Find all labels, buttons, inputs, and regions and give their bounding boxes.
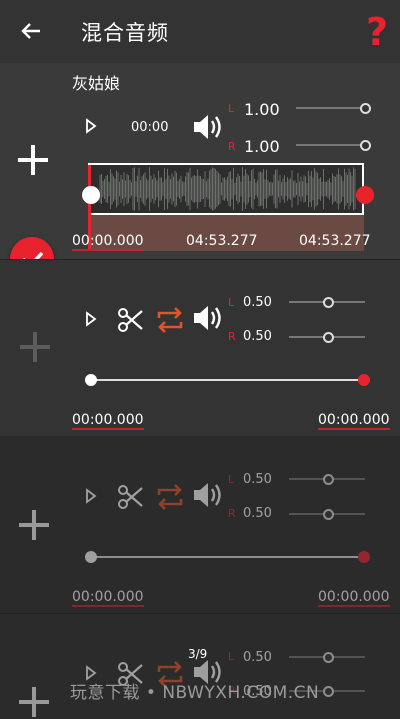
- left-volume-knob[interactable]: [323, 652, 334, 663]
- back-arrow-icon[interactable]: [20, 20, 42, 42]
- right-volume-value: 1.00: [244, 137, 280, 156]
- track-3: [0, 436, 400, 613]
- volume-icon[interactable]: [192, 480, 224, 510]
- left-volume-knob[interactable]: [360, 103, 371, 114]
- play-icon[interactable]: [84, 118, 98, 134]
- end-handle[interactable]: [358, 374, 370, 386]
- play-icon[interactable]: [84, 311, 98, 327]
- track-2-end-time[interactable]: 00:00.000: [318, 412, 390, 430]
- start-handle[interactable]: [85, 374, 97, 386]
- track-3-start-time[interactable]: 00:00.000: [72, 589, 144, 607]
- add-track-icon[interactable]: [17, 685, 51, 719]
- track-1-play-time: 00:00: [131, 120, 169, 135]
- waveform[interactable]: [88, 163, 364, 215]
- loop-icon[interactable]: [154, 304, 186, 336]
- help-icon[interactable]: ?: [366, 10, 388, 54]
- right-volume-knob[interactable]: [323, 686, 334, 697]
- right-volume-value: 0.50: [243, 329, 272, 344]
- track-1-end-time[interactable]: 04:53.277: [299, 233, 371, 249]
- end-handle[interactable]: [358, 551, 370, 563]
- track-1-name: 灰姑娘: [72, 74, 121, 93]
- right-volume-slider[interactable]: [296, 144, 366, 146]
- add-track-icon[interactable]: [18, 330, 52, 364]
- right-channel-label: R: [228, 330, 236, 343]
- loop-icon[interactable]: [154, 481, 186, 513]
- left-channel-label: L: [228, 296, 235, 309]
- waveform-graphic: [99, 167, 356, 211]
- play-icon[interactable]: [84, 488, 98, 504]
- waveform-bars: [99, 167, 356, 211]
- right-channel-label: R: [228, 140, 236, 153]
- track-1-start-time[interactable]: 00:00.000: [72, 233, 144, 251]
- left-volume-value: 0.50: [243, 295, 272, 310]
- range-bar[interactable]: [90, 556, 364, 558]
- app-bar: [0, 0, 400, 63]
- page-indicator: 3/9: [188, 647, 208, 661]
- page-title: 混合音频: [81, 21, 169, 45]
- left-volume-slider[interactable]: [296, 107, 366, 109]
- left-volume-knob[interactable]: [323, 297, 334, 308]
- right-volume-knob[interactable]: [360, 140, 371, 151]
- left-volume-knob[interactable]: [323, 474, 334, 485]
- right-volume-knob[interactable]: [323, 332, 334, 343]
- track-2: [0, 259, 400, 437]
- scissors-icon[interactable]: [117, 483, 145, 511]
- right-volume-value: 0.50: [243, 506, 272, 521]
- left-channel-label: L: [228, 650, 235, 663]
- add-track-icon[interactable]: [17, 508, 51, 542]
- volume-icon[interactable]: [192, 303, 224, 333]
- track-1-duration: 04:53.277: [186, 233, 258, 249]
- end-handle[interactable]: [356, 186, 374, 204]
- scissors-icon[interactable]: [117, 306, 145, 334]
- left-volume-value: 0.50: [243, 650, 272, 665]
- left-volume-value: 0.50: [243, 472, 272, 487]
- range-bar[interactable]: [90, 379, 364, 381]
- watermark-text: 玩意下载 • NBWYXH.COM.CN: [70, 683, 320, 703]
- right-channel-label: R: [228, 507, 236, 520]
- left-channel-label: L: [228, 473, 235, 486]
- start-handle[interactable]: [82, 186, 100, 204]
- start-handle[interactable]: [85, 551, 97, 563]
- volume-icon[interactable]: [192, 112, 224, 142]
- right-volume-knob[interactable]: [323, 509, 334, 520]
- left-volume-value: 1.00: [244, 100, 280, 119]
- left-channel-label: L: [228, 102, 235, 115]
- track-3-end-time[interactable]: 00:00.000: [318, 589, 390, 607]
- add-track-icon[interactable]: [16, 143, 50, 177]
- track-2-start-time[interactable]: 00:00.000: [72, 412, 144, 430]
